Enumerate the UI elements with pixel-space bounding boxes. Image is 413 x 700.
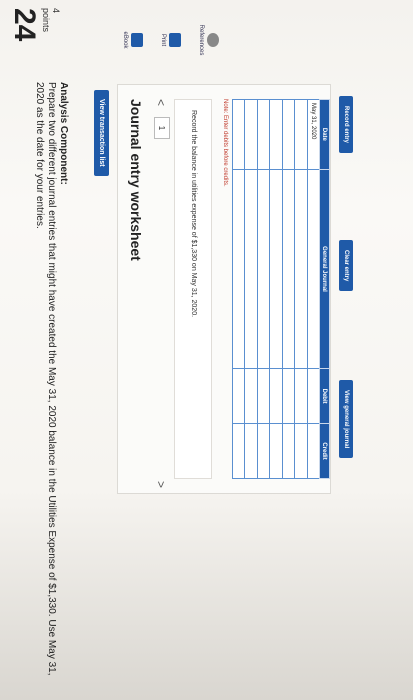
debit-cell[interactable] [232,368,245,424]
printer-icon [169,33,181,47]
header-general-journal: General Journal [319,169,330,369]
credit-cell[interactable] [269,423,283,479]
debit-credit-note: Note: Enter debits before credits. [222,99,228,187]
references-button[interactable]: References [198,10,219,70]
debit-cell[interactable] [294,368,308,424]
points-label: points [41,8,51,33]
debit-cell[interactable] [282,368,295,424]
left-rail: 4 points 24 eBook Print References [0,0,413,75]
date-cell[interactable]: May 31, 2020 [307,99,320,170]
ebook-button[interactable]: eBook [122,10,143,70]
credit-cell[interactable] [232,423,245,479]
credit-cell[interactable] [257,423,270,479]
date-cell[interactable] [257,99,270,170]
references-icon [207,33,219,47]
references-label: References [198,24,204,56]
prev-entry-button[interactable]: < [154,99,168,106]
ebook-label: eBook [122,31,128,49]
header-debit: Debit [319,368,330,424]
screen: 4 points 24 eBook Print References Analy… [0,0,413,700]
worksheet-title: Journal entry worksheet [128,99,144,261]
question-points: 4 points [41,8,61,32]
entry-number-tab[interactable]: 1 [154,117,170,139]
print-button[interactable]: Print [160,10,181,70]
table-row [244,99,258,479]
date-cell[interactable] [244,99,258,170]
date-cell[interactable] [294,99,308,170]
table-row [282,99,295,479]
debit-cell[interactable] [244,368,258,424]
view-general-journal-button[interactable]: View general journal [339,380,353,459]
credit-cell[interactable] [244,423,258,479]
header-date: Date [319,99,330,170]
table-row [269,99,283,479]
credit-cell[interactable] [282,423,295,479]
debit-cell[interactable] [269,368,283,424]
debit-cell[interactable] [307,368,320,424]
table-row: May 31, 2020 [307,99,320,479]
debit-cell[interactable] [257,368,270,424]
credit-cell[interactable] [307,423,320,479]
table-row [257,99,270,479]
account-cell[interactable] [269,169,283,369]
header-title: Analysis Component: [58,82,69,185]
account-cell[interactable] [307,169,320,369]
record-entry-button[interactable]: Record entry [339,96,353,154]
instruction-text: Record the balance in utilities expense … [190,110,197,318]
journal-entry-worksheet: Journal entry worksheet < 1 > Record the… [117,84,331,494]
instruction-box: Record the balance in utilities expense … [174,99,212,479]
account-cell[interactable] [282,169,295,369]
book-icon [131,33,143,47]
journal-table: Date General Journal Debit Credit May 31… [232,99,330,479]
table-row [294,99,308,479]
journal-table-header: Date General Journal Debit Credit [319,99,330,479]
table-row [232,99,245,479]
date-cell[interactable] [282,99,295,170]
print-label: Print [160,33,166,47]
account-cell[interactable] [244,169,258,369]
question-number: 24 [8,8,41,42]
header-credit: Credit [319,423,330,479]
view-transaction-list-button[interactable]: View transaction list [94,90,109,176]
header-line-2: 2020 as the date for your entries. [34,82,45,229]
account-cell[interactable] [257,169,270,369]
clear-entry-button[interactable]: Clear entry [339,240,353,292]
points-value: 4 [51,8,61,14]
credit-cell[interactable] [294,423,308,479]
date-cell[interactable] [269,99,283,170]
next-entry-button[interactable]: > [154,481,168,488]
account-cell[interactable] [232,169,245,369]
date-cell[interactable] [232,99,245,170]
header-line-1: Prepare two different journal entries th… [46,82,57,676]
question-header: Analysis Component: Prepare two differen… [33,82,69,682]
account-cell[interactable] [294,169,308,369]
